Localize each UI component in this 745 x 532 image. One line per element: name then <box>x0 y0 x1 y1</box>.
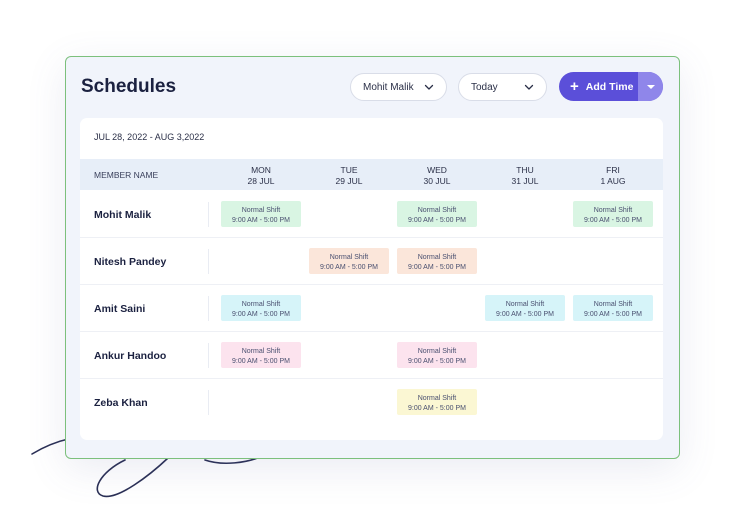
shift-block[interactable]: Normal Shift 9:00 AM - 5:00 PM <box>397 342 477 368</box>
caret-down-icon <box>646 84 655 89</box>
shift-label: Normal Shift <box>241 207 281 214</box>
page-title: Schedules <box>81 76 177 97</box>
day-header-thu: THU 31 JUL <box>485 165 565 187</box>
shift-time: 9:00 AM - 5:00 PM <box>232 358 290 365</box>
shift-time: 9:00 AM - 5:00 PM <box>584 217 642 224</box>
schedules-panel: Schedules Mohit Malik Today + Add Time J… <box>65 56 680 459</box>
date-range-label: JUL 28, 2022 - AUG 3,2022 <box>94 132 205 142</box>
day-date: 28 JUL <box>247 176 275 186</box>
column-divider <box>208 296 209 321</box>
date-range-select[interactable]: Today <box>458 73 547 101</box>
column-divider <box>208 390 209 415</box>
add-time-label: Add Time <box>585 80 634 93</box>
shift-label: Normal Shift <box>241 348 281 355</box>
day-date: 29 JUL <box>335 176 363 186</box>
day-date: 31 JUL <box>511 176 539 186</box>
shift-label: Normal Shift <box>417 207 457 214</box>
day-header-wed: WED 30 JUL <box>397 165 477 187</box>
shift-label: Normal Shift <box>241 301 281 308</box>
shift-label: Normal Shift <box>417 395 457 402</box>
shift-block[interactable]: Normal Shift 9:00 AM - 5:00 PM <box>573 201 653 227</box>
shift-block[interactable]: Normal Shift 9:00 AM - 5:00 PM <box>221 295 301 321</box>
add-time-button[interactable]: + Add Time <box>559 72 638 101</box>
shift-block[interactable]: Normal Shift 9:00 AM - 5:00 PM <box>485 295 565 321</box>
shift-time: 9:00 AM - 5:00 PM <box>584 311 642 318</box>
table-row: Nitesh Pandey Normal Shift 9:00 AM - 5:0… <box>80 238 663 285</box>
shift-block[interactable]: Normal Shift 9:00 AM - 5:00 PM <box>397 248 477 274</box>
shift-time: 9:00 AM - 5:00 PM <box>408 358 466 365</box>
day-name: TUE <box>340 165 358 175</box>
day-header-fri: FRI 1 AUG <box>573 165 653 187</box>
table-row: Mohit Malik Normal Shift 9:00 AM - 5:00 … <box>80 191 663 238</box>
add-time-menu-toggle[interactable] <box>638 72 663 101</box>
chevron-down-icon <box>524 84 534 90</box>
shift-label: Normal Shift <box>593 207 633 214</box>
shift-label: Normal Shift <box>505 301 545 308</box>
column-divider <box>208 249 209 274</box>
table-row: Amit Saini Normal Shift 9:00 AM - 5:00 P… <box>80 285 663 332</box>
day-name: MON <box>251 165 271 175</box>
shift-time: 9:00 AM - 5:00 PM <box>408 405 466 412</box>
day-header-tue: TUE 29 JUL <box>309 165 389 187</box>
member-select-value: Mohit Malik <box>363 81 414 93</box>
day-name: FRI <box>606 165 620 175</box>
shift-time: 9:00 AM - 5:00 PM <box>232 217 290 224</box>
table-row: Ankur Handoo Normal Shift 9:00 AM - 5:00… <box>80 332 663 379</box>
chevron-down-icon <box>424 84 434 90</box>
shift-block[interactable]: Normal Shift 9:00 AM - 5:00 PM <box>221 342 301 368</box>
member-name: Mohit Malik <box>94 209 152 221</box>
shift-label: Normal Shift <box>593 301 633 308</box>
column-divider <box>208 202 209 227</box>
shift-time: 9:00 AM - 5:00 PM <box>408 264 466 271</box>
add-time-split-button: + Add Time <box>559 72 663 101</box>
shift-time: 9:00 AM - 5:00 PM <box>496 311 554 318</box>
shift-block[interactable]: Normal Shift 9:00 AM - 5:00 PM <box>573 295 653 321</box>
plus-icon: + <box>570 78 579 95</box>
shift-block[interactable]: Normal Shift 9:00 AM - 5:00 PM <box>397 389 477 415</box>
member-name: Ankur Handoo <box>94 350 167 362</box>
day-date: 1 AUG <box>600 176 626 186</box>
shift-block[interactable]: Normal Shift 9:00 AM - 5:00 PM <box>221 201 301 227</box>
shift-label: Normal Shift <box>329 254 369 261</box>
shift-label: Normal Shift <box>417 254 457 261</box>
day-name: THU <box>516 165 534 175</box>
shift-block[interactable]: Normal Shift 9:00 AM - 5:00 PM <box>309 248 389 274</box>
member-select[interactable]: Mohit Malik <box>350 73 447 101</box>
schedule-card: JUL 28, 2022 - AUG 3,2022 MEMBER NAME MO… <box>80 118 663 440</box>
day-name: WED <box>427 165 447 175</box>
member-name: Zeba Khan <box>94 397 148 409</box>
day-date: 30 JUL <box>423 176 451 186</box>
shift-time: 9:00 AM - 5:00 PM <box>232 311 290 318</box>
shift-time: 9:00 AM - 5:00 PM <box>320 264 378 271</box>
shift-time: 9:00 AM - 5:00 PM <box>408 217 466 224</box>
date-range-select-value: Today <box>471 81 498 93</box>
member-name: Amit Saini <box>94 303 146 315</box>
shift-label: Normal Shift <box>417 348 457 355</box>
member-name-header: MEMBER NAME <box>94 170 159 180</box>
table-row: Zeba Khan Normal Shift 9:00 AM - 5:00 PM <box>80 379 663 426</box>
day-header-mon: MON 28 JUL <box>221 165 301 187</box>
table-header: MEMBER NAME MON 28 JUL TUE 29 JUL WED 30… <box>80 159 663 190</box>
column-divider <box>208 343 209 368</box>
shift-block[interactable]: Normal Shift 9:00 AM - 5:00 PM <box>397 201 477 227</box>
member-name: Nitesh Pandey <box>94 256 167 268</box>
